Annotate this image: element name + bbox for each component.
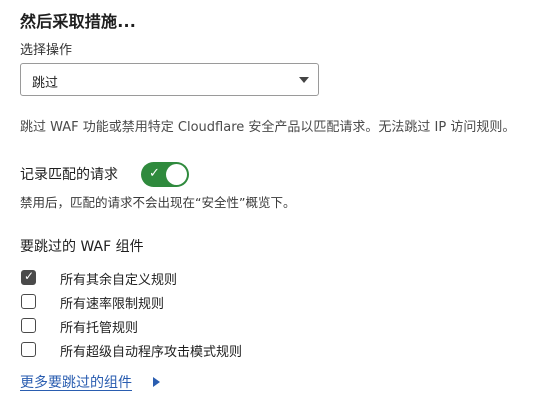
chevron-down-icon (299, 77, 309, 83)
log-requests-label: 记录匹配的请求 (20, 167, 118, 183)
checkbox-label: 所有其余自定义规则 (60, 273, 178, 288)
toggle-knob (166, 164, 187, 185)
checkbox-rate-limit-rules[interactable] (21, 294, 36, 309)
action-select-label: 选择操作 (20, 43, 73, 58)
action-select-value: 跳过 (32, 76, 59, 91)
checkbox-super-bot-fight-rules[interactable] (21, 342, 36, 357)
checkbox-managed-rules[interactable] (21, 318, 36, 333)
section-title: 然后采取措施... (20, 12, 137, 31)
checkbox-label: 所有托管规则 (60, 321, 139, 336)
log-requests-note: 禁用后，匹配的请求不会出现在“安全性”概览下。 (20, 195, 296, 210)
more-components-link[interactable]: 更多要跳过的组件 (20, 372, 132, 392)
checkbox-label: 所有超级自动程序攻击模式规则 (60, 345, 243, 360)
triangle-right-icon[interactable] (153, 377, 160, 387)
waf-skip-action-panel: 然后采取措施... 选择操作 跳过 跳过 WAF 功能或禁用特定 Cloudfl… (0, 0, 559, 411)
log-requests-toggle[interactable]: ✓ (141, 162, 189, 187)
checkbox-custom-rules[interactable]: ✓ (21, 269, 36, 285)
checkmark-icon: ✓ (149, 166, 160, 181)
action-help-text: 跳过 WAF 功能或禁用特定 Cloudflare 安全产品以匹配请求。无法跳过… (20, 120, 516, 135)
waf-components-title: 要跳过的 WAF 组件 (20, 239, 144, 255)
checkbox-label: 所有速率限制规则 (60, 297, 165, 312)
checkmark-icon: ✓ (24, 269, 35, 283)
action-select[interactable]: 跳过 (20, 63, 319, 96)
